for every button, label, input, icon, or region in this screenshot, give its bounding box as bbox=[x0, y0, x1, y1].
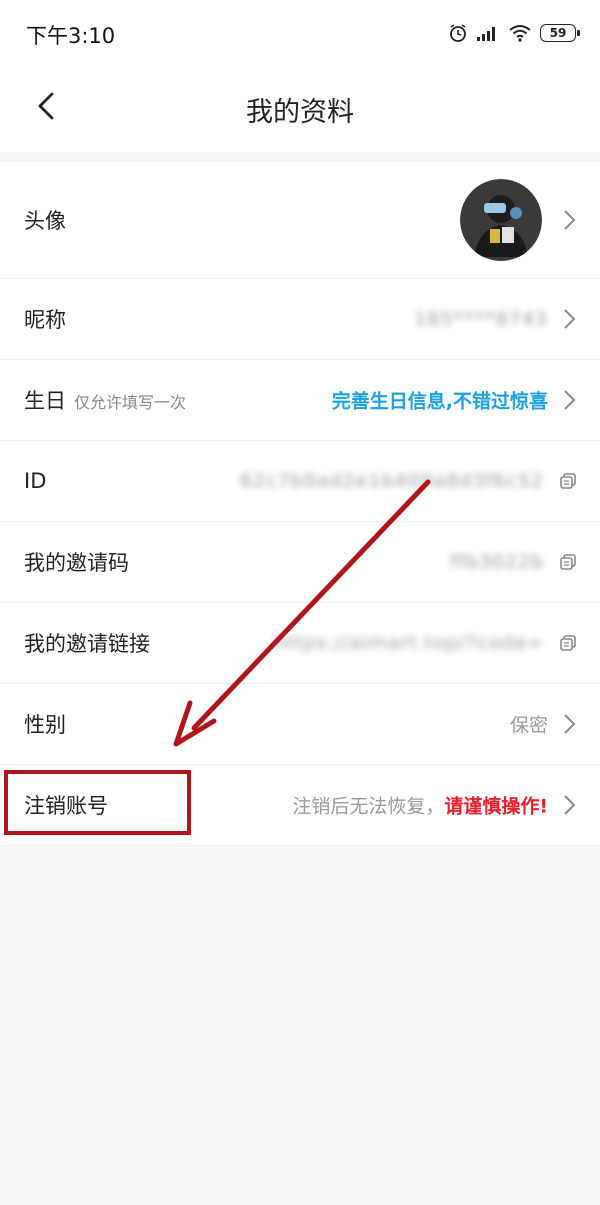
battery-indicator: 59 bbox=[540, 24, 580, 42]
copy-icon[interactable] bbox=[558, 633, 578, 653]
invite-link-label: 我的邀请链接 bbox=[24, 632, 150, 656]
avatar-row[interactable]: 头像 bbox=[0, 162, 600, 279]
birthday-row[interactable]: 生日 仅允许填写一次 完善生日信息,不错过惊喜 bbox=[0, 360, 600, 441]
deactivate-account-value: 注销后无法恢复，请谨慎操作! bbox=[292, 792, 548, 819]
nav-bar: 我的资料 bbox=[0, 64, 600, 152]
birthday-value: 完善生日信息,不错过惊喜 bbox=[331, 390, 548, 413]
birthday-hint: 仅允许填写一次 bbox=[74, 393, 187, 412]
copy-icon[interactable] bbox=[558, 471, 578, 491]
gender-row[interactable]: 性别 保密 bbox=[0, 684, 600, 765]
status-icons: 59 bbox=[448, 20, 580, 46]
invite-code-label: 我的邀请码 bbox=[24, 551, 129, 575]
chevron-right-icon bbox=[564, 714, 576, 734]
invite-link-row: 我的邀请链接 https://aimart.top/?code= bbox=[0, 603, 600, 684]
copy-icon[interactable] bbox=[558, 552, 578, 572]
chevron-right-icon bbox=[564, 390, 576, 410]
chevron-right-icon bbox=[564, 210, 576, 230]
id-value: 62c7b0ad2e1b409a8d3f6c52 bbox=[239, 470, 544, 492]
invite-link-value: https://aimart.top/?code= bbox=[273, 632, 544, 654]
status-time: 下午3:10 bbox=[26, 24, 116, 48]
alarm-icon bbox=[450, 24, 466, 42]
invite-code-value: ffb3022b bbox=[450, 551, 544, 573]
deactivate-warning: 请谨慎操作! bbox=[444, 795, 548, 818]
gender-value: 保密 bbox=[509, 714, 548, 737]
birthday-title: 生日 bbox=[24, 389, 66, 413]
gender-label: 性别 bbox=[24, 713, 66, 737]
profile-list: 头像 昵称 185****8743 生日 仅允许填写一次 完善生日信息,不错过惊… bbox=[0, 162, 600, 846]
id-row: ID 62c7b0ad2e1b409a8d3f6c52 bbox=[0, 441, 600, 522]
page-title: 我的资料 bbox=[246, 97, 354, 128]
nickname-label: 昵称 bbox=[24, 308, 66, 332]
birthday-label: 生日 仅允许填写一次 bbox=[24, 385, 186, 415]
avatar-label: 头像 bbox=[24, 209, 66, 233]
avatar bbox=[460, 179, 542, 261]
invite-code-row: 我的邀请码 ffb3022b bbox=[0, 522, 600, 603]
signal-icon bbox=[477, 27, 495, 41]
nickname-value: 185****8743 bbox=[414, 308, 548, 330]
battery-level: 59 bbox=[549, 26, 567, 40]
annotation-highlight-box bbox=[4, 770, 191, 835]
status-bar: 下午3:10 59 bbox=[0, 0, 600, 64]
wifi-icon bbox=[509, 25, 531, 42]
chevron-right-icon bbox=[564, 309, 576, 329]
chevron-right-icon bbox=[564, 795, 576, 815]
nickname-row[interactable]: 昵称 185****8743 bbox=[0, 279, 600, 360]
id-label: ID bbox=[24, 469, 47, 493]
deactivate-note: 注销后无法恢复， bbox=[292, 795, 445, 818]
